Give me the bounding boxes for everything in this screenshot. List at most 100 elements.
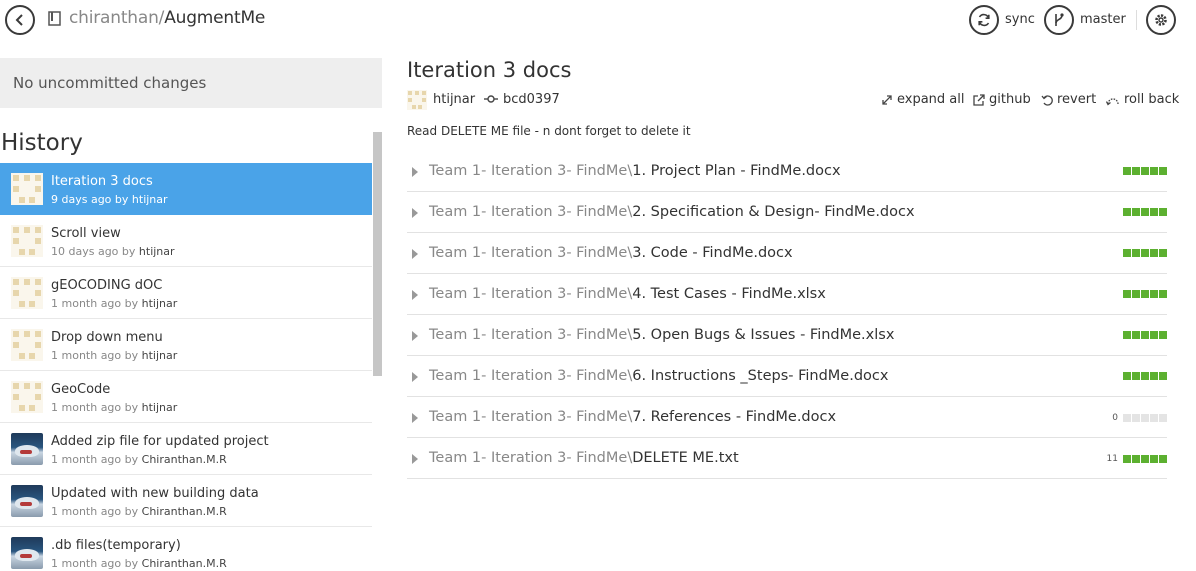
history-item[interactable]: Iteration 3 docs 9 days ago by htijnar: [0, 163, 372, 215]
history-item[interactable]: Updated with new building data 1 month a…: [0, 475, 372, 527]
history-item-title: .db files(temporary): [51, 538, 181, 553]
file-name: 1. Project Plan - FindMe.docx: [632, 163, 841, 179]
history-item-author: Chiranthan.M.R: [141, 453, 227, 466]
history-item-title: GeoCode: [51, 382, 111, 397]
diff-block: [1150, 290, 1158, 298]
github-button[interactable]: github: [973, 92, 1031, 107]
settings-button[interactable]: [1146, 5, 1176, 35]
commit-sha[interactable]: bcd0397: [503, 92, 560, 107]
history-item-title: Added zip file for updated project: [51, 434, 269, 449]
top-bar: chiranthan/AugmentMe sync master: [0, 0, 1196, 40]
repo-icon: [48, 11, 61, 26]
file-dir: Team 1- Iteration 3- FindMe\: [429, 368, 633, 384]
history-item-meta: 1 month ago by htijnar: [51, 349, 177, 362]
diffstat: [1118, 208, 1167, 216]
commit-icon: [484, 95, 498, 103]
file-row[interactable]: Team 1- Iteration 3- FindMe\DELETE ME.tx…: [407, 438, 1167, 479]
diff-block: [1150, 249, 1158, 257]
diff-blocks: [1122, 372, 1167, 380]
history-item[interactable]: Drop down menu 1 month ago by htijnar: [0, 319, 372, 371]
diff-block: [1150, 455, 1158, 463]
file-name: 3. Code - FindMe.docx: [632, 245, 793, 261]
diff-block: [1159, 372, 1167, 380]
repo-title[interactable]: chiranthan/AugmentMe: [69, 8, 265, 28]
revert-icon: [1041, 94, 1053, 106]
branch-button[interactable]: [1044, 5, 1074, 35]
diff-block: [1150, 414, 1158, 422]
file-row[interactable]: Team 1- Iteration 3- FindMe\7. Reference…: [407, 397, 1167, 438]
history-item[interactable]: gEOCODING dOC 1 month ago by htijnar: [0, 267, 372, 319]
file-name: 2. Specification & Design- FindMe.docx: [632, 204, 915, 220]
expand-triangle-icon[interactable]: [412, 167, 418, 177]
history-scrollbar-thumb[interactable]: [373, 132, 382, 376]
expand-triangle-icon[interactable]: [412, 208, 418, 218]
file-row[interactable]: Team 1- Iteration 3- FindMe\6. Instructi…: [407, 356, 1167, 397]
diff-block: [1141, 249, 1149, 257]
diff-block: [1141, 167, 1149, 175]
diff-block: [1141, 372, 1149, 380]
file-row[interactable]: Team 1- Iteration 3- FindMe\5. Open Bugs…: [407, 315, 1167, 356]
history-item-meta: 9 days ago by htijnar: [51, 193, 168, 206]
history-item-title: Scroll view: [51, 226, 121, 241]
avatar: [11, 329, 43, 361]
diff-block: [1123, 290, 1131, 298]
history-item-meta: 10 days ago by htijnar: [51, 245, 175, 258]
file-path: Team 1- Iteration 3- FindMe\6. Instructi…: [429, 368, 888, 384]
history-item-time: 1 month ago by: [51, 557, 139, 570]
avatar: [11, 277, 43, 309]
history-item-time: 1 month ago by: [51, 349, 139, 362]
branch-label[interactable]: master: [1080, 12, 1126, 27]
history-item-author: htijnar: [141, 349, 178, 362]
file-row[interactable]: Team 1- Iteration 3- FindMe\3. Code - Fi…: [407, 233, 1167, 274]
history-item-time: 1 month ago by: [51, 297, 139, 310]
roll-back-button[interactable]: roll back: [1106, 92, 1179, 107]
history-item-title: Iteration 3 docs: [51, 174, 153, 189]
diff-block: [1159, 331, 1167, 339]
chevron-left-icon: [15, 14, 23, 26]
expand-triangle-icon[interactable]: [412, 331, 418, 341]
file-path: Team 1- Iteration 3- FindMe\2. Specifica…: [429, 204, 915, 220]
history-item-author: Chiranthan.M.R: [141, 505, 227, 518]
file-row[interactable]: Team 1- Iteration 3- FindMe\1. Project P…: [407, 151, 1167, 192]
history-item[interactable]: GeoCode 1 month ago by htijnar: [0, 371, 372, 423]
file-row[interactable]: Team 1- Iteration 3- FindMe\4. Test Case…: [407, 274, 1167, 315]
revert-button[interactable]: revert: [1041, 92, 1096, 107]
expand-all-button[interactable]: expand all: [881, 92, 965, 107]
commit-title: Iteration 3 docs: [407, 58, 572, 82]
expand-triangle-icon[interactable]: [412, 454, 418, 464]
sync-button[interactable]: [969, 5, 999, 35]
file-row[interactable]: Team 1- Iteration 3- FindMe\2. Specifica…: [407, 192, 1167, 233]
diff-block: [1150, 331, 1158, 339]
expand-triangle-icon[interactable]: [412, 413, 418, 423]
history-item[interactable]: Scroll view 10 days ago by htijnar: [0, 215, 372, 267]
sync-icon: [978, 13, 990, 27]
sync-label[interactable]: sync: [1005, 12, 1035, 27]
history-item-author: Chiranthan.M.R: [141, 557, 227, 570]
commit-author[interactable]: htijnar: [433, 92, 475, 107]
toolbar-divider: [1136, 10, 1137, 30]
repo-name: AugmentMe: [164, 8, 266, 28]
expand-triangle-icon[interactable]: [412, 372, 418, 382]
history-item-author: htijnar: [131, 193, 168, 206]
history-item-meta: 1 month ago by htijnar: [51, 401, 177, 414]
avatar: [11, 485, 43, 517]
diff-count: 11: [1106, 454, 1118, 464]
history-item-title: Drop down menu: [51, 330, 163, 345]
diff-block: [1159, 208, 1167, 216]
expand-triangle-icon[interactable]: [412, 290, 418, 300]
history-item[interactable]: .db files(temporary) 1 month ago by Chir…: [0, 527, 372, 571]
diff-block: [1132, 331, 1140, 339]
file-path: Team 1- Iteration 3- FindMe\5. Open Bugs…: [429, 327, 894, 343]
file-name: 4. Test Cases - FindMe.xlsx: [632, 286, 826, 302]
history-item[interactable]: Added zip file for updated project 1 mon…: [0, 423, 372, 475]
diff-block: [1150, 208, 1158, 216]
back-button[interactable]: [5, 5, 35, 35]
diff-block: [1141, 290, 1149, 298]
history-item-author: htijnar: [141, 401, 178, 414]
history-item-time: 9 days ago by: [51, 193, 129, 206]
history-item-author: htijnar: [138, 245, 175, 258]
uncommitted-changes-panel[interactable]: No uncommitted changes: [0, 58, 382, 108]
avatar: [11, 381, 43, 413]
history-item-title: gEOCODING dOC: [51, 278, 163, 293]
expand-triangle-icon[interactable]: [412, 249, 418, 259]
